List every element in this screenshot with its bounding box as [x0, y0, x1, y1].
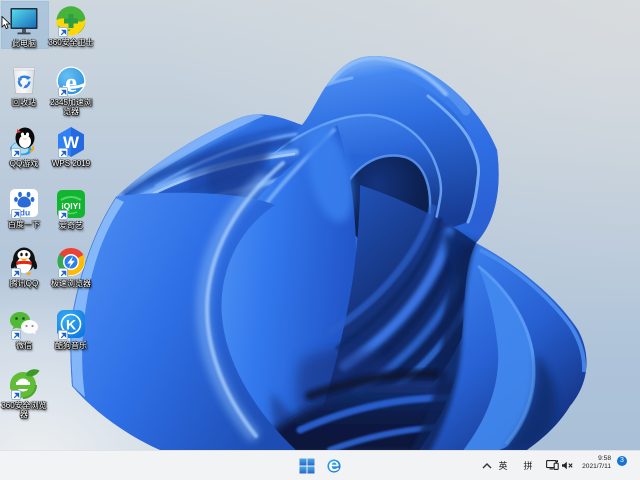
svg-text:du: du — [20, 208, 30, 218]
